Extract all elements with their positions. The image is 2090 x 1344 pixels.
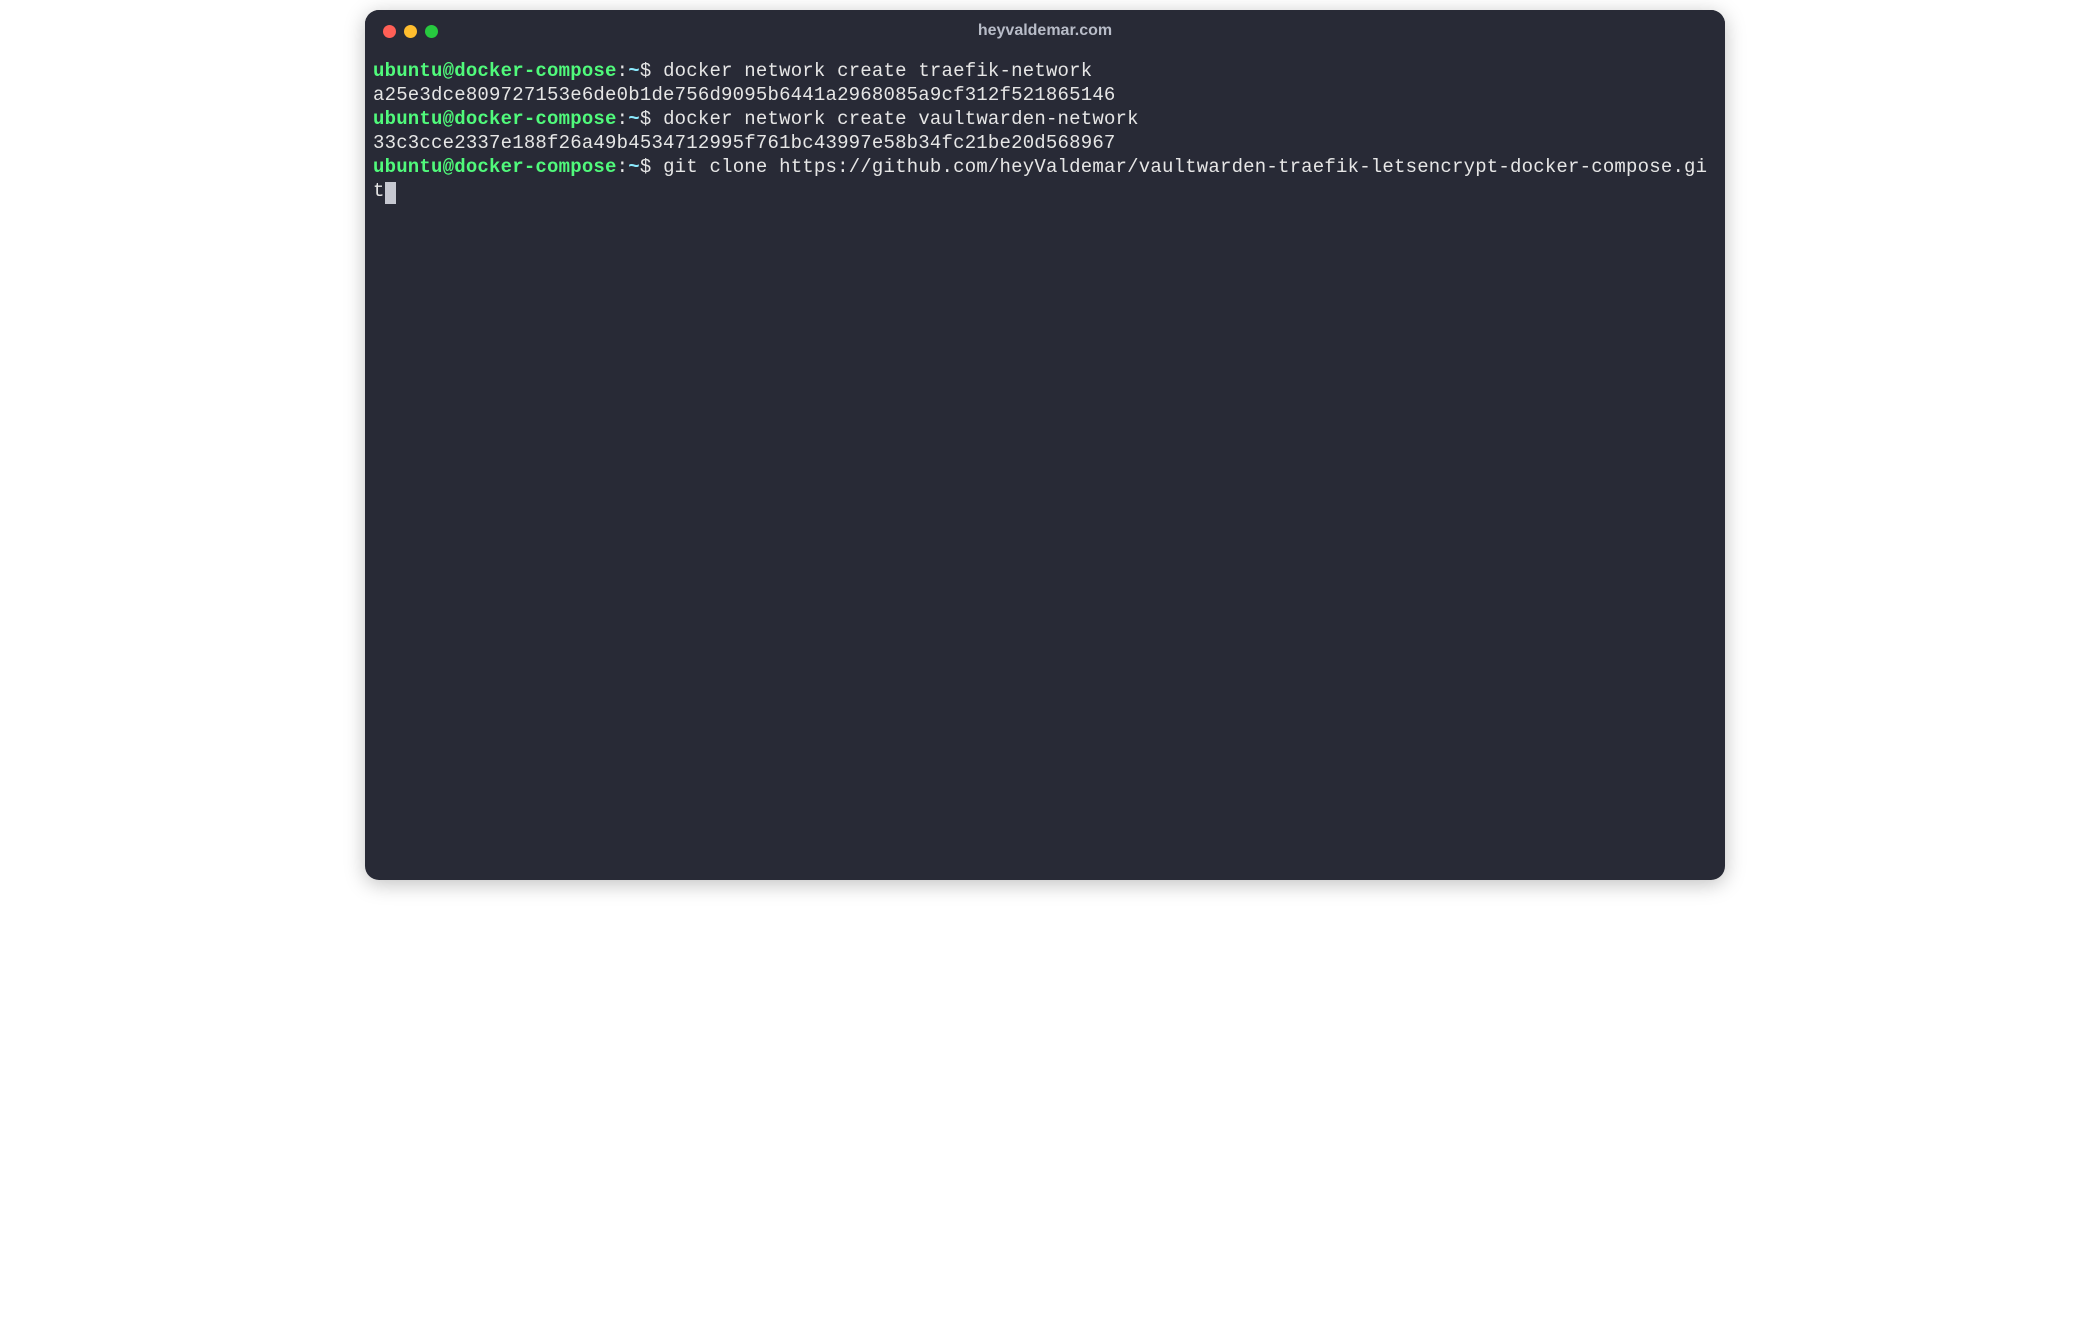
prompt-symbol: $ [640,156,652,178]
prompt-path: ~ [628,108,640,130]
maximize-icon[interactable] [425,25,438,38]
output-text: 33c3cce2337e188f26a49b4534712995f761bc43… [373,132,1116,154]
prompt-user-host: ubuntu@docker-compose [373,60,617,82]
prompt-separator: : [617,156,629,178]
command-text: docker network create traefik-network [663,60,1092,82]
close-icon[interactable] [383,25,396,38]
prompt-user-host: ubuntu@docker-compose [373,156,617,178]
prompt-path: ~ [628,60,640,82]
cursor-icon [385,182,396,204]
prompt-user-host: ubuntu@docker-compose [373,108,617,130]
prompt-symbol: $ [640,108,652,130]
terminal-body[interactable]: ubuntu@docker-compose:~$ docker network … [365,52,1725,880]
minimize-icon[interactable] [404,25,417,38]
prompt-separator: : [617,60,629,82]
window-title: heyvaldemar.com [365,22,1725,40]
command-text: docker network create vaultwarden-networ… [663,108,1139,130]
output-text: a25e3dce809727153e6de0b1de756d9095b6441a… [373,84,1116,106]
prompt-path: ~ [628,156,640,178]
traffic-lights [365,25,438,38]
titlebar: heyvaldemar.com [365,10,1725,52]
prompt-separator: : [617,108,629,130]
prompt-symbol: $ [640,60,652,82]
terminal-window: heyvaldemar.com ubuntu@docker-compose:~$… [365,10,1725,880]
